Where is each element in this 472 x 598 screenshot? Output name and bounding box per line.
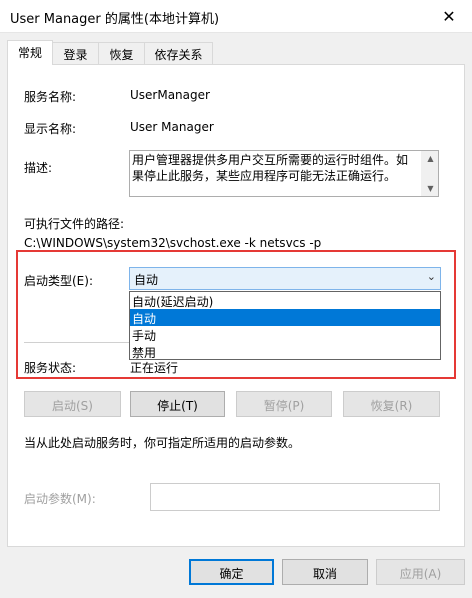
title-bar: User Manager 的属性(本地计算机) ✕ — [0, 0, 472, 33]
window-title: User Manager 的属性(本地计算机) — [10, 12, 220, 27]
description-label: 描述: — [24, 161, 53, 175]
start-params-input[interactable] — [150, 483, 440, 511]
scroll-up-icon[interactable]: ▲ — [422, 151, 439, 166]
close-button[interactable]: ✕ — [426, 0, 472, 32]
startup-type-combobox[interactable]: 自动 ⌄ — [129, 267, 441, 290]
tab-dependencies[interactable]: 依存关系 — [144, 42, 213, 64]
scroll-down-icon[interactable]: ▼ — [422, 181, 439, 196]
service-name-label: 服务名称: — [24, 90, 77, 104]
startup-type-label: 启动类型(E): — [24, 274, 93, 288]
startup-type-value: 自动 — [134, 273, 159, 287]
service-status-value: 正在运行 — [130, 361, 179, 375]
description-textbox[interactable]: 用户管理器提供多用户交互所需要的运行时组件。如果停止此服务，某些应用程序可能无法… — [129, 150, 439, 197]
resume-button[interactable]: 恢复(R) — [343, 391, 440, 417]
cancel-button[interactable]: 取消 — [282, 559, 368, 585]
stop-button[interactable]: 停止(T) — [130, 391, 225, 417]
service-name-value: UserManager — [130, 88, 210, 102]
close-icon: ✕ — [442, 6, 456, 26]
dropdown-option-manual[interactable]: 手动 — [130, 326, 440, 343]
chevron-down-icon: ⌄ — [426, 270, 436, 283]
display-name-value: User Manager — [130, 120, 214, 134]
startup-type-dropdown: 自动(延迟启动) 自动 手动 禁用 — [129, 291, 441, 360]
dropdown-option-auto[interactable]: 自动 — [130, 309, 440, 326]
tab-strip: 常规 登录 恢复 依存关系 — [7, 40, 467, 65]
display-name-label: 显示名称: — [24, 122, 77, 136]
dropdown-option-auto-delayed[interactable]: 自动(延迟启动) — [130, 292, 440, 309]
apply-button[interactable]: 应用(A) — [376, 559, 465, 585]
divider — [24, 342, 129, 343]
description-scrollbar[interactable]: ▲ ▼ — [421, 151, 438, 196]
description-text: 用户管理器提供多用户交互所需要的运行时组件。如果停止此服务，某些应用程序可能无法… — [132, 153, 409, 183]
tab-logon[interactable]: 登录 — [52, 42, 99, 64]
tab-general[interactable]: 常规 — [7, 40, 53, 65]
dropdown-option-disabled[interactable]: 禁用 — [130, 343, 440, 360]
service-status-label: 服务状态: — [24, 361, 77, 375]
start-params-label: 启动参数(M): — [24, 492, 96, 506]
ok-button[interactable]: 确定 — [189, 559, 274, 585]
tab-recovery[interactable]: 恢复 — [98, 42, 145, 64]
exe-path-label: 可执行文件的路径: — [24, 217, 125, 231]
exe-path-value: C:\WINDOWS\system32\svchost.exe -k netsv… — [24, 236, 322, 250]
start-params-hint: 当从此处启动服务时，你可指定所适用的启动参数。 — [24, 436, 301, 450]
start-button[interactable]: 启动(S) — [24, 391, 121, 417]
pause-button[interactable]: 暂停(P) — [236, 391, 332, 417]
